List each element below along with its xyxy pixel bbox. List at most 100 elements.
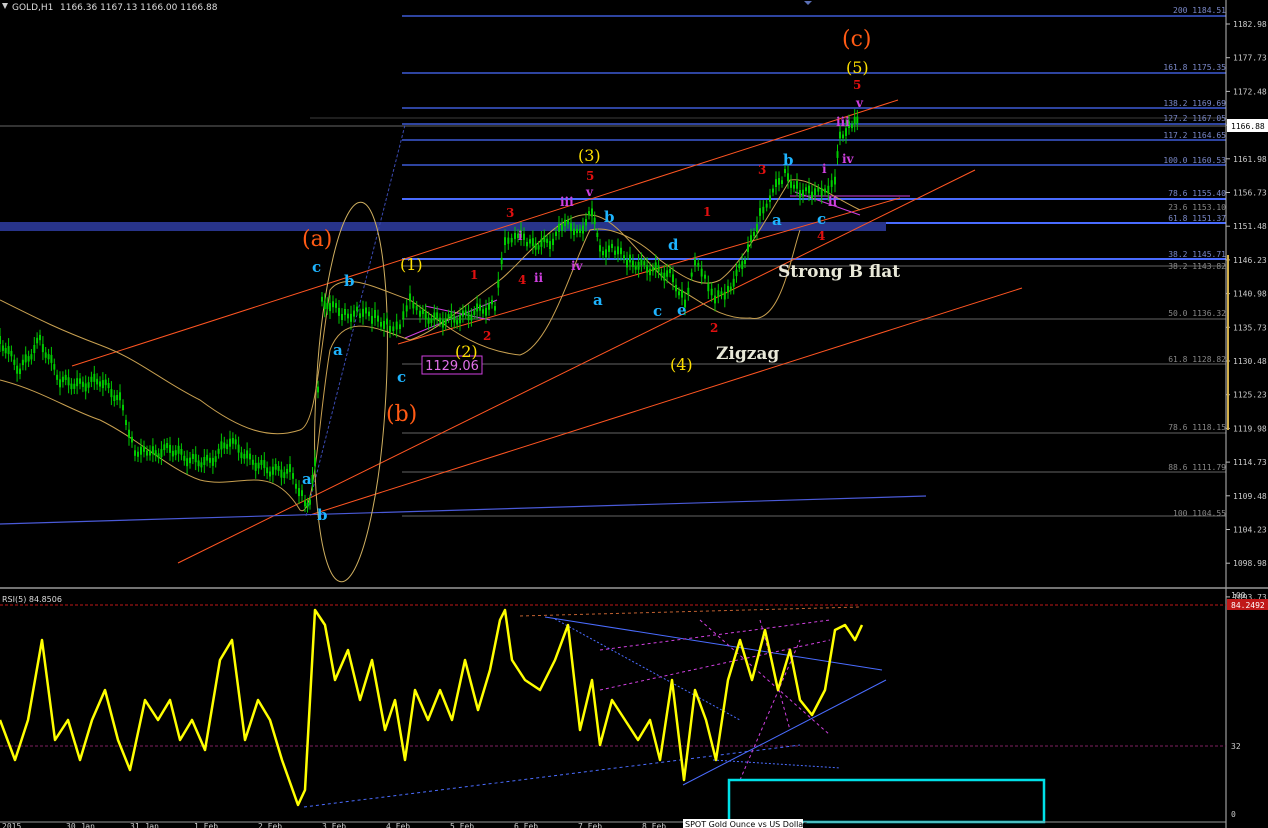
time-tick: 2 Feb: [258, 822, 282, 828]
candle-body: [341, 314, 343, 320]
candle-body: [654, 262, 657, 271]
candle-body: [473, 310, 476, 315]
wave-label-b: (b): [386, 402, 417, 427]
candle-body: [529, 239, 531, 244]
svg-text:c: c: [817, 210, 826, 228]
candle-body: [217, 448, 220, 454]
candle-body: [101, 380, 104, 389]
chart-window[interactable]: 200 1184.51 161.8 1175.35 138.2 1169.69 …: [0, 0, 1268, 828]
candle-body: [399, 324, 401, 329]
candle-body: [110, 389, 113, 398]
candle-body: [19, 368, 21, 374]
candle-body: [851, 124, 853, 129]
candle-body: [243, 453, 246, 459]
candle-body: [10, 350, 13, 357]
candle-body: [298, 488, 300, 497]
candle-body: [266, 467, 269, 474]
candle-body: [93, 373, 96, 382]
candle-body: [166, 443, 169, 448]
candle-body: [350, 313, 352, 322]
candle-body: [678, 291, 680, 296]
time-tick: 4 Feb: [386, 822, 410, 828]
candle-body: [735, 269, 738, 277]
candle-body: [596, 232, 599, 237]
candle-body: [681, 289, 683, 298]
svg-text:b: b: [783, 151, 794, 169]
candle-body: [523, 233, 525, 240]
price-tick: 1161.98: [1233, 155, 1267, 164]
candle-body: [599, 245, 601, 252]
candle-body: [796, 181, 798, 189]
fib-labels: 200 1184.51 161.8 1175.35 138.2 1169.69 …: [1163, 6, 1226, 518]
candle-body: [845, 128, 847, 136]
candle-body: [149, 450, 151, 456]
candle-body: [759, 208, 761, 216]
candle-body: [194, 454, 197, 463]
candle-body: [564, 219, 566, 226]
svg-text:i: i: [822, 162, 827, 176]
candle-body: [657, 265, 660, 272]
candle-body: [163, 444, 166, 451]
candle-body: [439, 317, 441, 323]
candle-body: [402, 311, 405, 320]
candle-body: [853, 116, 856, 125]
time-axis[interactable]: 2015 30 Jan 31 Jan 1 Feb 2 Feb 3 Feb 4 Feb 5 Fe…: [2, 822, 799, 828]
candle-body: [280, 469, 283, 478]
candle-body: [714, 295, 716, 304]
chart-canvas[interactable]: 200 1184.51 161.8 1175.35 138.2 1169.69 …: [0, 0, 1268, 828]
time-tick: 1 Feb: [194, 822, 218, 828]
candle-body: [304, 500, 306, 507]
price-tick: 1156.73: [1233, 189, 1267, 198]
svg-text:5: 5: [586, 169, 594, 183]
candle-body: [704, 274, 706, 279]
svg-text:b: b: [317, 506, 328, 524]
time-tick: 2015: [2, 822, 21, 828]
candle-body: [99, 381, 101, 387]
candle-body: [90, 376, 93, 382]
candle-body: [41, 344, 44, 353]
collapse-triangle-icon[interactable]: [2, 3, 8, 9]
candle-body: [537, 245, 540, 250]
candle-body: [573, 228, 575, 235]
candle-body: [675, 284, 677, 292]
candle-body: [79, 378, 81, 384]
candle-body: [335, 303, 337, 308]
candle-body: [526, 242, 528, 247]
candle-body: [183, 455, 186, 461]
candle-body: [456, 320, 459, 325]
wave-label-c: (c): [842, 27, 872, 52]
candle-body: [368, 311, 370, 317]
time-tick: 7 Feb: [578, 822, 602, 828]
price-tick: 1109.48: [1233, 492, 1267, 501]
candle-body: [405, 305, 408, 312]
highlight-rectangle[interactable]: [727, 778, 1046, 824]
candle-body: [389, 325, 391, 332]
svg-text:1: 1: [470, 268, 478, 282]
candle-body: [747, 244, 749, 253]
candle-body: [271, 466, 274, 475]
candle-body: [817, 187, 820, 192]
candle-body: [447, 314, 450, 319]
candle-body: [344, 309, 346, 315]
candle-body: [805, 187, 807, 192]
candle-body: [588, 211, 590, 216]
candle-body: [374, 310, 376, 318]
candle-body: [552, 238, 554, 245]
candle-body: [371, 315, 373, 324]
price-axis[interactable]: 1182.981177.731172.481167.231161.981156.…: [1226, 20, 1267, 602]
fib-label: 78.6 1118.15: [1168, 423, 1226, 432]
price-tick: 1146.23: [1233, 256, 1267, 265]
candle-body: [24, 354, 27, 363]
candle-body: [395, 321, 398, 330]
candle-body: [240, 452, 243, 459]
candle-body: [827, 185, 830, 194]
svg-text:a: a: [302, 470, 312, 488]
candle-body: [856, 116, 859, 124]
fib-label: 38.2 1143.82: [1168, 262, 1226, 271]
candle-body: [663, 272, 666, 281]
fib-label: 23.6 1153.10: [1168, 203, 1226, 212]
candle-body: [116, 395, 119, 400]
candle-body: [206, 454, 209, 461]
candle-body: [377, 315, 379, 322]
scroll-marker-icon[interactable]: [804, 1, 812, 5]
